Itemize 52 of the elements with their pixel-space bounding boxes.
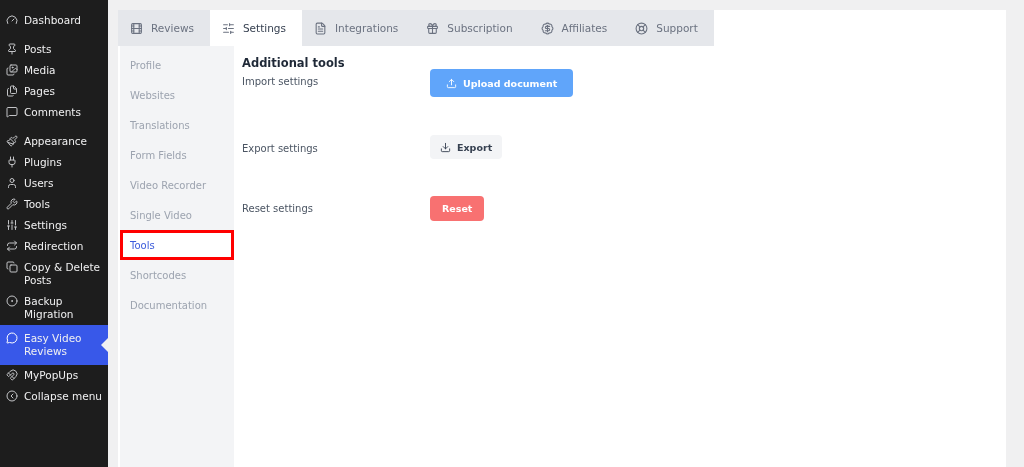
tab[interactable]: Settings (209, 10, 302, 46)
upload-icon (446, 77, 457, 89)
admin-menu-item[interactable]: MyPopUps (0, 365, 108, 386)
circle-icon (6, 295, 18, 307)
admin-menu-item[interactable]: Plugins (0, 152, 108, 173)
copy-icon (6, 261, 18, 273)
admin-menu-item[interactable]: Redirection (0, 236, 108, 257)
setting-label: Import settings (242, 76, 320, 87)
admin-menu-item[interactable]: Easy Video Reviews (0, 325, 108, 365)
admin-menu-item[interactable]: Users (0, 173, 108, 194)
admin-menu-item[interactable]: Collapse menu (0, 386, 108, 407)
sliders-icon (6, 219, 18, 231)
images-icon (6, 64, 18, 76)
section-title: Additional tools (242, 56, 346, 70)
user-icon (6, 177, 18, 189)
magnet-icon (6, 369, 18, 381)
admin-menu-item[interactable]: Pages (0, 81, 108, 102)
admin-menu-item[interactable]: Settings (0, 215, 108, 236)
lifebuoy-icon (635, 21, 649, 35)
pin-icon (6, 43, 18, 55)
download-icon (440, 141, 451, 153)
collapse-icon (6, 390, 18, 402)
admin-menu-item[interactable]: Tools (0, 194, 108, 215)
tab[interactable]: Integrations (302, 10, 415, 46)
tab[interactable]: Support (623, 10, 714, 46)
document-icon (314, 21, 327, 35)
admin-menu-item[interactable]: Dashboard (0, 10, 108, 31)
tab[interactable]: Subscription (414, 10, 529, 46)
repeat-icon (6, 240, 18, 252)
setting-label: Export settings (242, 143, 319, 154)
plug-icon (6, 156, 18, 168)
wrench-icon (6, 198, 18, 210)
setting-label: Reset settings (242, 203, 314, 214)
chat-bubble-icon (6, 332, 18, 344)
tab[interactable]: Reviews (118, 10, 210, 46)
money-bag-icon (540, 21, 554, 35)
admin-menu-item[interactable]: Media (0, 60, 108, 81)
export-button[interactable]: Export (430, 135, 503, 159)
comment-icon (6, 106, 18, 118)
settings-menu-item[interactable]: Tools (120, 230, 234, 260)
admin-menu-item[interactable]: Posts (0, 39, 108, 60)
admin-menu-item[interactable]: Appearance (0, 131, 108, 152)
sliders-icon (221, 21, 235, 35)
film-icon (130, 21, 143, 35)
dashboard-icon (6, 14, 18, 26)
admin-menu-item[interactable]: Backup Migration (0, 291, 108, 325)
tab[interactable]: Affiliates (528, 10, 624, 46)
admin-menu-item[interactable]: Comments (0, 102, 108, 123)
paintbrush-icon (6, 135, 18, 147)
gift-icon (426, 21, 440, 35)
pages-icon (6, 85, 18, 97)
admin-menu-item[interactable]: Copy & Delete Posts (0, 257, 108, 291)
